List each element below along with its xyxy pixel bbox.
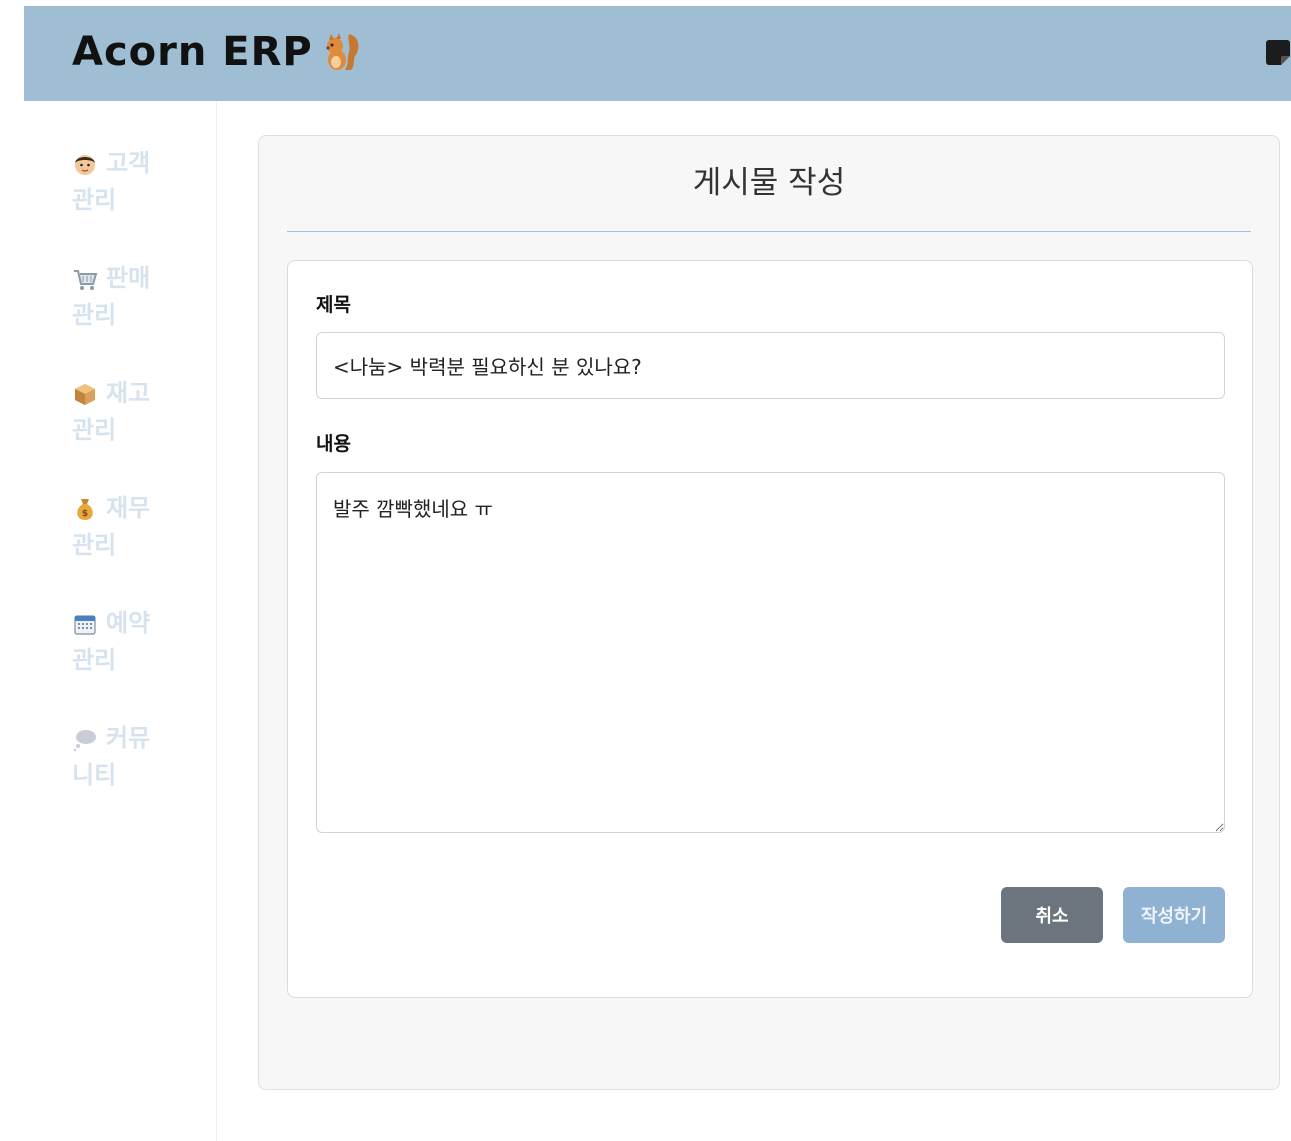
money-bag-icon: $ <box>77 498 93 520</box>
squirrel-icon <box>326 33 359 70</box>
person-icon <box>75 154 95 175</box>
sidebar-item-label: 예약 <box>106 609 151 637</box>
sidebar-item-label: 관리 <box>72 186 117 214</box>
sidebar-item-label: 커뮤 <box>106 724 151 752</box>
sidebar-item-label: 관리 <box>72 646 117 674</box>
post-write-panel: 게시물 작성 제목 내용 발주 깜빡했네요 ㅠ 취소 작성하기 <box>258 135 1280 1090</box>
content-label: 내용 <box>316 433 351 455</box>
sidebar-item-label: 관리 <box>72 416 117 444</box>
sidebar-item-finance[interactable]: $ 재무 관리 <box>72 490 182 564</box>
sidebar-item-label: 판매 <box>106 264 151 292</box>
sidebar-item-reservation[interactable]: 예약 관리 <box>72 605 182 679</box>
sidebar-item-community[interactable]: 커뮤 니티 <box>72 720 182 794</box>
sidebar-item-label: 니티 <box>72 761 117 789</box>
box-icon <box>75 383 95 405</box>
cart-icon <box>74 269 98 290</box>
sidebar-item-label: 관리 <box>72 301 117 329</box>
submit-button[interactable]: 작성하기 <box>1123 887 1225 943</box>
sidebar-item-label: 재무 <box>106 494 151 522</box>
app-logo[interactable]: Acorn ERP <box>72 28 363 76</box>
sidebar-item-inventory[interactable]: 재고 관리 <box>72 375 182 449</box>
calendar-icon <box>74 614 96 635</box>
logo-text: Acorn ERP <box>72 29 313 75</box>
title-input[interactable] <box>316 332 1225 399</box>
cancel-button[interactable]: 취소 <box>1001 887 1103 943</box>
sidebar-item-sales[interactable]: 판매 관리 <box>72 260 182 334</box>
sidebar: 고객 관리 판매 관리 재고 관리 $ 재무 관리 예약 관리 커뮤 니티 <box>0 101 217 1141</box>
post-form-card: 제목 내용 발주 깜빡했네요 ㅠ 취소 작성하기 <box>287 260 1253 998</box>
sticky-note-icon[interactable] <box>1265 38 1291 66</box>
content-textarea[interactable]: 발주 깜빡했네요 ㅠ <box>316 472 1225 833</box>
sidebar-item-label: 관리 <box>72 531 117 559</box>
title-divider <box>287 231 1251 232</box>
app-header: Acorn ERP <box>24 6 1291 101</box>
title-label: 제목 <box>316 294 351 316</box>
sidebar-item-label: 고객 <box>106 149 151 177</box>
speech-bubble-icon <box>73 729 96 751</box>
page-title: 게시물 작성 <box>692 165 846 201</box>
sidebar-item-customer[interactable]: 고객 관리 <box>72 145 182 219</box>
sidebar-item-label: 재고 <box>106 379 151 407</box>
svg-text:$: $ <box>82 509 88 519</box>
